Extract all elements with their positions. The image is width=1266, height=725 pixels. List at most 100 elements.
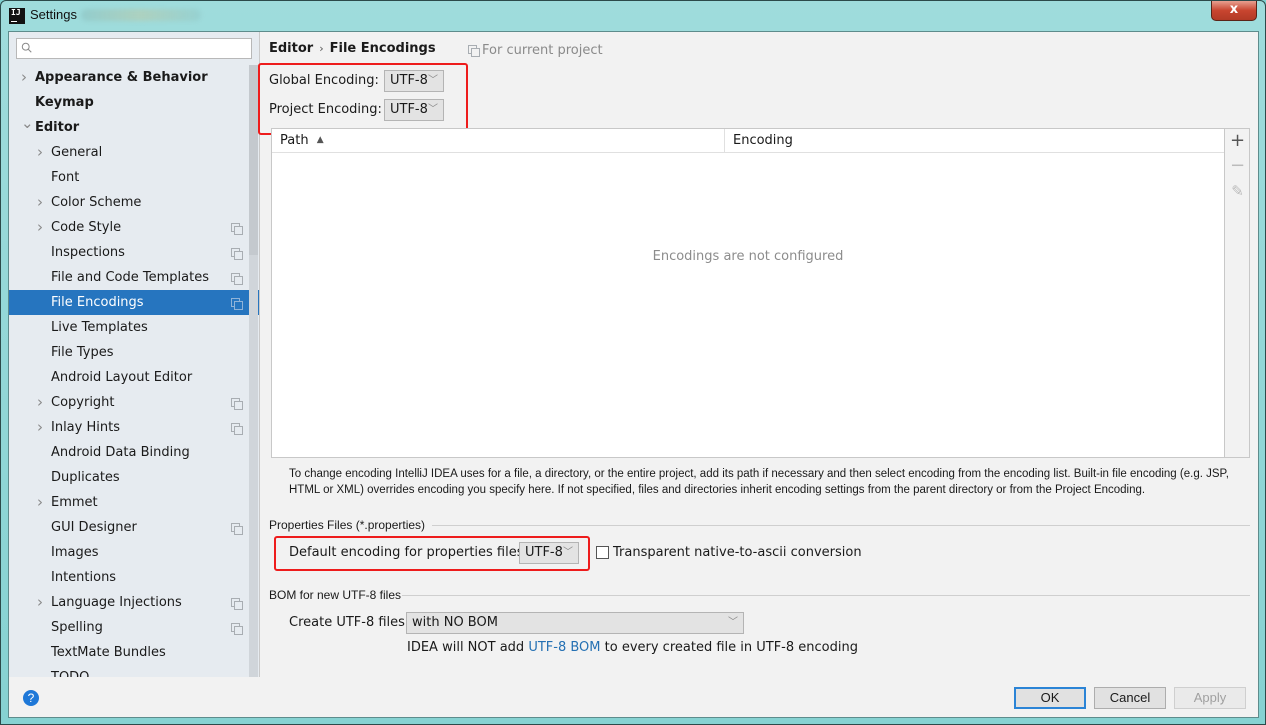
sidebar-item-label: Android Layout Editor: [51, 370, 193, 385]
sidebar-item-file-types[interactable]: File Types: [9, 340, 249, 365]
path-encoding-table[interactable]: Path ▲ Encoding Encodings are not config…: [271, 128, 1225, 458]
create-utf8-value: with NO BOM: [412, 615, 498, 630]
edit-button[interactable]: ✎: [1225, 179, 1250, 203]
encoding-help-text: To change encoding IntelliJ IDEA uses fo…: [289, 468, 1229, 496]
global-encoding-select[interactable]: UTF-8 ﹀: [384, 70, 444, 92]
create-utf8-label: Create UTF-8 files:: [289, 615, 410, 630]
project-encoding-value: UTF-8: [390, 102, 428, 117]
properties-default-label: Default encoding for properties files:: [289, 545, 528, 560]
intellij-icon: IJ: [9, 8, 25, 24]
chevron-right-icon[interactable]: ›: [21, 65, 31, 90]
sidebar-item-label: General: [51, 145, 103, 160]
native-to-ascii-label[interactable]: Transparent native-to-ascii conversion: [613, 545, 862, 560]
sidebar-item-gui-designer[interactable]: GUI Designer: [9, 515, 249, 540]
bom-note-prefix: IDEA will NOT add: [407, 640, 529, 655]
project-encoding-label: Project Encoding:: [269, 102, 382, 117]
sidebar-item-android-data-binding[interactable]: Android Data Binding: [9, 440, 249, 465]
add-button[interactable]: +: [1225, 129, 1250, 153]
sidebar-item-live-templates[interactable]: Live Templates: [9, 315, 249, 340]
sidebar-item-label: Inspections: [51, 245, 125, 260]
chevron-right-icon[interactable]: ›: [37, 140, 47, 165]
sidebar-scrollbar-thumb[interactable]: [249, 65, 258, 255]
bom-note-suffix: to every created file in UTF-8 encoding: [600, 640, 858, 655]
remove-button[interactable]: −: [1225, 154, 1250, 178]
sidebar-item-code-style[interactable]: › Code Style: [9, 215, 249, 240]
sidebar-item-inspections[interactable]: Inspections: [9, 240, 249, 265]
create-utf8-select[interactable]: with NO BOM ﹀: [406, 612, 744, 634]
sidebar-item-color-scheme[interactable]: › Color Scheme: [9, 190, 249, 215]
sidebar-item-spelling[interactable]: Spelling: [9, 615, 249, 640]
project-encoding-select[interactable]: UTF-8 ﹀: [384, 99, 444, 121]
settings-sidebar: › Appearance & Behavior Keymap ⌄ Editor › Gene…: [9, 32, 259, 677]
sidebar-item-intentions[interactable]: Intentions: [9, 565, 249, 590]
utf8-bom-link[interactable]: UTF-8 BOM: [528, 640, 600, 655]
sidebar-item-appearance-behavior[interactable]: › Appearance & Behavior: [9, 65, 249, 90]
column-header-encoding[interactable]: Encoding: [733, 133, 793, 148]
sidebar-item-keymap[interactable]: Keymap: [9, 90, 249, 115]
sidebar-item-label: Android Data Binding: [51, 445, 190, 460]
sort-ascending-icon: ▲: [316, 135, 324, 145]
column-header-path-label: Path: [280, 133, 309, 148]
properties-encoding-select[interactable]: UTF-8 ﹀: [519, 542, 579, 564]
column-divider[interactable]: [724, 129, 725, 153]
chevron-right-icon[interactable]: ›: [37, 190, 47, 215]
chevron-right-icon[interactable]: ›: [37, 390, 47, 415]
project-scope-icon: [231, 298, 243, 310]
chevron-right-icon[interactable]: ›: [37, 490, 47, 515]
project-scope-icon: [231, 623, 243, 635]
global-encoding-label: Global Encoding:: [269, 73, 379, 88]
sidebar-item-label: TODO: [51, 665, 89, 677]
sidebar-item-file-and-code-templates[interactable]: File and Code Templates: [9, 265, 249, 290]
sidebar-item-label: Spelling: [51, 620, 103, 635]
sidebar-item-textmate-bundles[interactable]: TextMate Bundles: [9, 640, 249, 665]
apply-button[interactable]: Apply: [1174, 687, 1246, 709]
question-icon: ?: [27, 691, 35, 705]
native-to-ascii-checkbox[interactable]: [596, 546, 609, 559]
breadcrumb-current: File Encodings: [329, 41, 436, 56]
chevron-right-icon[interactable]: ›: [37, 590, 47, 615]
sidebar-item-label: Font: [51, 170, 80, 185]
close-icon: x: [1229, 2, 1239, 17]
sidebar-item-label: Images: [51, 545, 99, 560]
ok-button[interactable]: OK: [1014, 687, 1086, 709]
breadcrumb-parent[interactable]: Editor: [269, 41, 313, 56]
chevron-down-icon: ﹀: [428, 104, 438, 115]
cancel-button[interactable]: Cancel: [1094, 687, 1166, 709]
sidebar-scrollbar[interactable]: [249, 65, 258, 677]
close-button[interactable]: x: [1211, 1, 1257, 21]
sidebar-item-font[interactable]: Font: [9, 165, 249, 190]
table-header: Path ▲ Encoding: [272, 129, 1224, 153]
sidebar-item-label: File Encodings: [51, 295, 144, 310]
title-bar[interactable]: IJ Settings x: [1, 1, 1265, 31]
sidebar-item-images[interactable]: Images: [9, 540, 249, 565]
sidebar-item-copyright[interactable]: › Copyright: [9, 390, 249, 415]
sidebar-item-emmet[interactable]: › Emmet: [9, 490, 249, 515]
breadcrumb: Editor › File Encodings: [269, 41, 436, 56]
properties-section-divider: [432, 525, 1250, 526]
column-header-path[interactable]: Path ▲: [280, 133, 324, 148]
chevron-down-icon[interactable]: ⌄: [21, 111, 34, 136]
sidebar-item-label: Keymap: [35, 95, 94, 110]
pencil-icon: ✎: [1231, 182, 1244, 200]
sidebar-item-todo[interactable]: TODO: [9, 665, 249, 677]
sidebar-item-label: Appearance & Behavior: [35, 70, 208, 85]
sidebar-item-android-layout-editor[interactable]: Android Layout Editor: [9, 365, 249, 390]
help-button[interactable]: ?: [23, 690, 39, 706]
scope-note-text: For current project: [482, 43, 603, 58]
sidebar-item-editor[interactable]: ⌄ Editor: [9, 114, 249, 140]
dialog-content: › Appearance & Behavior Keymap ⌄ Editor › Gene…: [8, 31, 1259, 718]
properties-encoding-value: UTF-8: [525, 545, 563, 560]
sidebar-item-inlay-hints[interactable]: › Inlay Hints: [9, 415, 249, 440]
sidebar-item-file-encodings[interactable]: File Encodings: [9, 290, 259, 315]
sidebar-item-label: Color Scheme: [51, 195, 142, 210]
chevron-right-icon[interactable]: ›: [37, 415, 47, 440]
sidebar-item-duplicates[interactable]: Duplicates: [9, 465, 249, 490]
sidebar-item-general[interactable]: › General: [9, 140, 249, 165]
project-scope-icon: [468, 45, 480, 57]
chevron-down-icon: ﹀: [428, 75, 438, 86]
settings-search-input[interactable]: [16, 38, 252, 59]
project-scope-icon: [231, 523, 243, 535]
chevron-right-icon[interactable]: ›: [37, 215, 47, 240]
sidebar-item-language-injections[interactable]: › Language Injections: [9, 590, 249, 615]
search-icon: [21, 42, 32, 53]
